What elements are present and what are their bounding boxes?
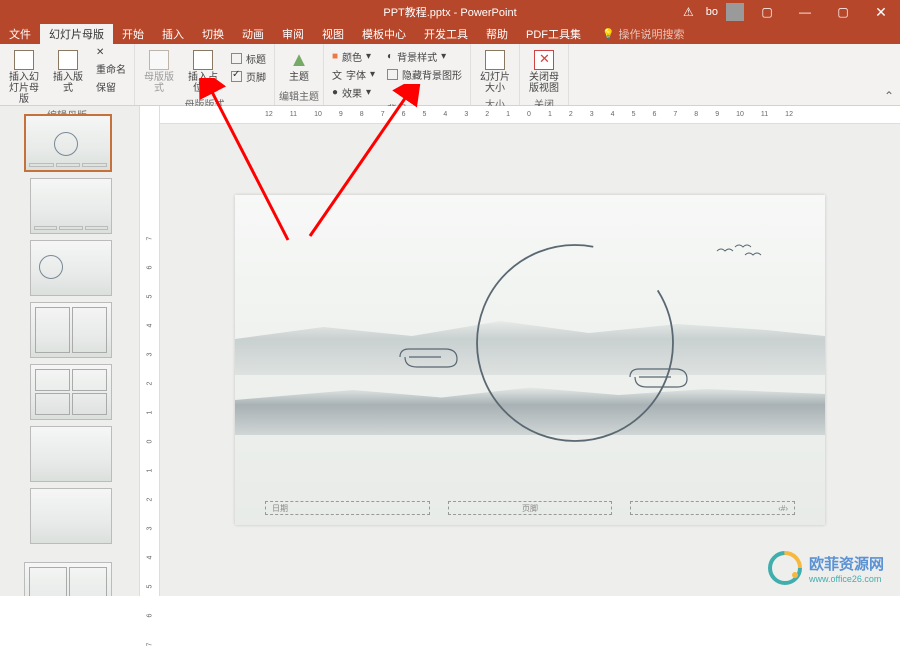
master-layout-button[interactable]: 母版版式	[139, 46, 179, 96]
close-icon	[532, 48, 556, 72]
tab-animations[interactable]: 动画	[233, 24, 273, 44]
search-placeholder: 操作说明搜索	[618, 26, 684, 42]
layout-icon	[56, 48, 80, 72]
master-thumbnail[interactable]	[24, 114, 112, 172]
fonts-button[interactable]: 文字体▾	[328, 66, 379, 83]
workspace: 765432101234567 121110987654321012345678…	[0, 106, 900, 596]
cloud-graphic	[625, 365, 695, 391]
watermark-url: www.office26.com	[809, 574, 884, 584]
window-title: PPT教程.pptx - PowerPoint	[383, 4, 516, 20]
tab-developer[interactable]: 开发工具	[415, 24, 477, 44]
tab-pdf-tools[interactable]: PDF工具集	[517, 24, 590, 44]
preserve-button[interactable]: 保留	[92, 78, 130, 95]
avatar[interactable]	[726, 3, 744, 21]
insert-slide-master-button[interactable]: 插入幻灯片母版	[4, 46, 44, 107]
tab-review[interactable]: 审阅	[273, 24, 313, 44]
delete-button[interactable]: ✕	[92, 46, 130, 59]
ribbon-display-options[interactable]: ▢	[752, 0, 782, 24]
vertical-ruler: 765432101234567	[140, 106, 160, 596]
slide[interactable]: 日期 页脚 ‹#›	[235, 195, 825, 525]
tab-template-center[interactable]: 模板中心	[353, 24, 415, 44]
tell-me-search[interactable]: 💡 操作说明搜索	[602, 24, 684, 44]
tab-help[interactable]: 帮助	[477, 24, 517, 44]
slide-canvas[interactable]: 日期 页脚 ‹#›	[160, 124, 900, 596]
layout-thumbnail[interactable]	[30, 302, 112, 358]
effects-button[interactable]: ●效果▾	[328, 84, 379, 101]
cloud-graphic	[395, 345, 465, 371]
master-layout-icon	[147, 48, 171, 72]
layout-thumbnail[interactable]	[30, 178, 112, 234]
minimize-button[interactable]: —	[790, 0, 820, 24]
watermark-title: 欧菲资源网	[809, 553, 884, 574]
background-styles-button[interactable]: ◐背景样式▾	[383, 48, 466, 65]
circle-graphic	[475, 243, 675, 443]
close-button[interactable]: ✕	[866, 0, 896, 24]
collapse-ribbon-button[interactable]: ⌃	[884, 89, 894, 103]
themes-icon: ▲	[287, 48, 311, 72]
slide-master-icon	[12, 48, 36, 72]
date-placeholder[interactable]: 日期	[265, 501, 430, 515]
user-name[interactable]: bo	[706, 6, 718, 18]
ribbon-tabs: 文件 幻灯片母版 开始 插入 切换 动画 审阅 视图 模板中心 开发工具 帮助 …	[0, 24, 900, 44]
group-edit-theme: 编辑主题	[279, 88, 319, 105]
titlebar: PPT教程.pptx - PowerPoint ⚠ bo ▢ — ▢ ✕	[0, 0, 900, 24]
tab-view[interactable]: 视图	[313, 24, 353, 44]
rename-button[interactable]: 重命名	[92, 60, 130, 77]
themes-button[interactable]: ▲ 主题	[279, 46, 319, 85]
lightbulb-icon: 💡	[602, 29, 614, 40]
birds-graphic	[715, 243, 765, 263]
layout-thumbnail[interactable]	[30, 488, 112, 544]
placeholder-icon	[191, 48, 215, 72]
tab-insert[interactable]: 插入	[153, 24, 193, 44]
footer-placeholder[interactable]: 页脚	[448, 501, 613, 515]
insert-layout-button[interactable]: 插入版式	[48, 46, 88, 96]
maximize-button[interactable]: ▢	[828, 0, 858, 24]
tab-home[interactable]: 开始	[113, 24, 153, 44]
tab-slide-master[interactable]: 幻灯片母版	[40, 24, 113, 44]
colors-button[interactable]: ■颜色▾	[328, 48, 379, 65]
title-checkbox[interactable]: 标题	[227, 50, 270, 67]
slide-thumbnails[interactable]	[0, 106, 140, 596]
layout-thumbnail[interactable]	[24, 562, 112, 596]
slide-size-icon	[483, 48, 507, 72]
hide-background-checkbox[interactable]: 隐藏背景图形	[383, 66, 466, 83]
close-master-view-button[interactable]: 关闭母版视图	[524, 46, 564, 96]
watermark-logo-icon	[767, 550, 803, 586]
slidenum-placeholder[interactable]: ‹#›	[630, 501, 795, 515]
layout-thumbnail[interactable]	[30, 426, 112, 482]
layout-thumbnail[interactable]	[30, 364, 112, 420]
tab-transitions[interactable]: 切换	[193, 24, 233, 44]
footer-checkbox[interactable]: 页脚	[227, 68, 270, 85]
footer-placeholders: 日期 页脚 ‹#›	[265, 501, 795, 515]
horizontal-ruler: 1211109876543210123456789101112	[160, 106, 900, 124]
layout-thumbnail[interactable]	[30, 240, 112, 296]
watermark: 欧菲资源网 www.office26.com	[767, 550, 884, 586]
tab-file[interactable]: 文件	[0, 24, 40, 44]
insert-placeholder-button[interactable]: 插入占位符	[183, 46, 223, 96]
warning-icon[interactable]: ⚠	[683, 5, 694, 19]
ribbon: 插入幻灯片母版 插入版式 ✕ 重命名 保留 编辑母版 母版版式 插入占位符	[0, 44, 900, 106]
slide-size-button[interactable]: 幻灯片大小	[475, 46, 515, 96]
